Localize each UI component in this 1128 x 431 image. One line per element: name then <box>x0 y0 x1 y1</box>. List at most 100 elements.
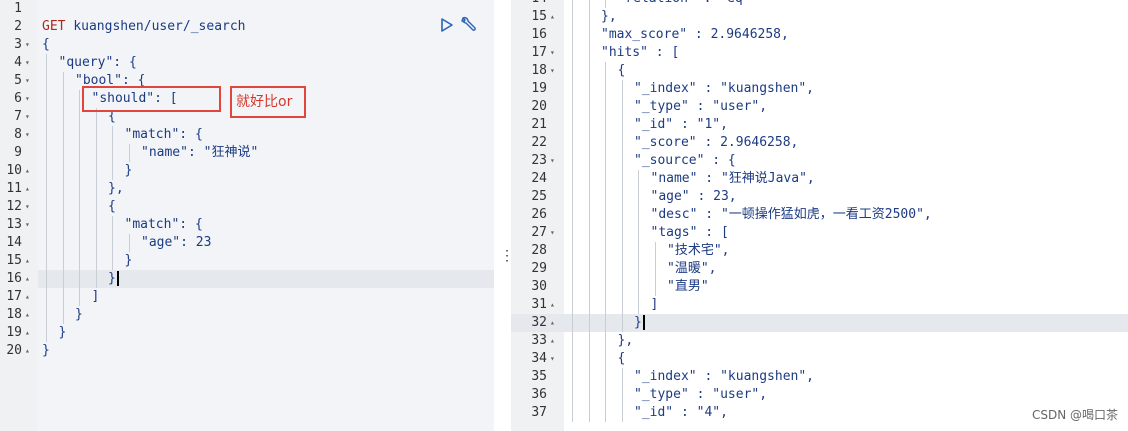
code-text: } <box>125 252 133 270</box>
code-line[interactable]: 24 "name" : "狂神说Java", <box>511 170 1128 188</box>
code-line[interactable]: 16 "max_score" : 2.9646258, <box>511 26 1128 44</box>
fold-open-icon[interactable]: ▾ <box>25 36 30 54</box>
code-line[interactable]: 27 ▾ "tags" : [ <box>511 224 1128 242</box>
code-token: "hits" : [ <box>601 45 680 60</box>
code-line[interactable]: 17 ▾ "hits" : [ <box>511 44 1128 62</box>
code-token: "age" : 23, <box>650 189 737 204</box>
code-line[interactable]: 19 "_index" : "kuangshen", <box>511 80 1128 98</box>
fold-close-icon[interactable]: ▴ <box>550 332 555 350</box>
code-line[interactable]: 1 <box>0 0 494 18</box>
fold-open-icon[interactable]: ▾ <box>25 108 30 126</box>
code-token: } <box>124 253 133 268</box>
fold-close-icon[interactable]: ▴ <box>25 324 30 342</box>
fold-open-icon[interactable]: ▾ <box>25 126 30 144</box>
fold-open-icon[interactable]: ▾ <box>550 44 555 62</box>
code-line[interactable]: 11 ▴}, <box>0 180 494 198</box>
indent-guide <box>46 72 47 90</box>
code-line[interactable]: 25 "age" : 23, <box>511 188 1128 206</box>
code-line[interactable]: 8 ▾ "match": { <box>0 126 494 144</box>
indent-guide <box>112 252 113 270</box>
code-line[interactable]: 32 ▴} <box>511 314 1128 332</box>
code-line[interactable]: 34 ▾ { <box>511 350 1128 368</box>
code-line[interactable]: 15 ▴}, <box>511 8 1128 26</box>
code-line[interactable]: 12 ▾ { <box>0 198 494 216</box>
code-line[interactable]: 21 "_id" : "1", <box>511 116 1128 134</box>
fold-close-icon[interactable]: ▴ <box>25 288 30 306</box>
code-token: "_id" : "4", <box>634 405 728 420</box>
code-text: "_source" : { <box>634 152 736 170</box>
code-text: { <box>108 198 116 216</box>
fold-close-icon[interactable]: ▴ <box>25 306 30 324</box>
indent-guide <box>572 386 573 404</box>
code-line[interactable]: 29 "温暖", <box>511 260 1128 278</box>
indent-guide <box>572 260 573 278</box>
code-line[interactable]: 35 "_index" : "kuangshen", <box>511 368 1128 386</box>
fold-close-icon[interactable]: ▴ <box>550 314 555 332</box>
code-line[interactable]: 28 "技术宅", <box>511 242 1128 260</box>
indent-guide <box>572 8 573 26</box>
code-line[interactable]: 33 ▴}, <box>511 332 1128 350</box>
indent-guide <box>638 242 639 260</box>
indent-guide <box>621 152 623 170</box>
code-line[interactable]: 9 "name": "狂神说" <box>0 144 494 162</box>
indent-guide <box>588 350 590 368</box>
code-text: GET kuangshen/user/_search <box>42 18 246 36</box>
code-line[interactable]: 36 "_type" : "user", <box>511 386 1128 404</box>
indent-guide <box>621 314 623 332</box>
code-line[interactable]: 15 ▴} <box>0 252 494 270</box>
code-line[interactable]: 18 ▾ { <box>511 62 1128 80</box>
code-line[interactable]: 3 ▾ { <box>0 36 494 54</box>
indent-guide <box>79 126 80 144</box>
indent-guide <box>46 252 47 270</box>
fold-close-icon[interactable]: ▴ <box>25 252 30 270</box>
indent-guide <box>572 242 573 260</box>
line-number: 6 <box>14 91 22 106</box>
code-token: "tags" : [ <box>650 225 729 240</box>
code-text: "_type" : "user", <box>634 386 767 404</box>
response-viewer[interactable]: 14"relation" : "eq"15▴},16"max_score" : … <box>511 0 1128 431</box>
fold-open-icon[interactable]: ▾ <box>550 224 555 242</box>
fold-open-icon[interactable]: ▾ <box>25 54 30 72</box>
code-line[interactable]: 4 ▾ "query": { <box>0 54 494 72</box>
line-number: 24 <box>531 171 547 186</box>
code-line[interactable]: 20 ▴} <box>0 342 494 360</box>
fold-open-icon[interactable]: ▾ <box>550 350 555 368</box>
indent-guide <box>572 404 573 422</box>
fold-open-icon[interactable]: ▾ <box>25 72 30 90</box>
indent-guide <box>95 216 97 234</box>
code-line[interactable]: 19 ▴} <box>0 324 494 342</box>
fold-close-icon[interactable]: ▴ <box>25 270 30 288</box>
indent-guide <box>638 260 639 278</box>
code-line[interactable]: 22 "_score" : 2.9646258, <box>511 134 1128 152</box>
request-editor[interactable]: 1 2 GET kuangshen/user/_search 3 ▾{4 ▾ "query"… <box>0 0 494 431</box>
fold-open-icon[interactable]: ▾ <box>25 198 30 216</box>
code-line[interactable]: 17 ▴] <box>0 288 494 306</box>
code-line[interactable]: 20 "_type" : "user", <box>511 98 1128 116</box>
fold-open-icon[interactable]: ▾ <box>550 62 555 80</box>
code-line[interactable]: 23 ▾ "_source" : { <box>511 152 1128 170</box>
pane-divider[interactable] <box>494 0 511 431</box>
code-line[interactable]: 18 ▴} <box>0 306 494 324</box>
fold-close-icon[interactable]: ▴ <box>25 162 30 180</box>
fold-open-icon[interactable]: ▾ <box>550 152 555 170</box>
code-text: }, <box>108 180 124 198</box>
code-line[interactable]: 16 ▴} <box>0 270 494 288</box>
code-line[interactable]: 13 ▾ "match": { <box>0 216 494 234</box>
fold-open-icon[interactable]: ▾ <box>25 90 30 108</box>
code-text: ] <box>92 288 100 306</box>
fold-close-icon[interactable]: ▴ <box>550 296 555 314</box>
code-line[interactable]: 31 ▴] <box>511 296 1128 314</box>
fold-open-icon[interactable]: ▾ <box>25 216 30 234</box>
code-line[interactable]: 2 GET kuangshen/user/_search <box>0 18 494 36</box>
play-icon[interactable] <box>440 17 454 33</box>
code-line[interactable]: 14 "relation" : "eq" <box>511 0 1128 8</box>
code-line[interactable]: 26 "desc" : "一顿操作猛如虎，一看工资2500", <box>511 206 1128 224</box>
fold-close-icon[interactable]: ▴ <box>550 8 555 26</box>
fold-close-icon[interactable]: ▴ <box>25 180 30 198</box>
fold-close-icon[interactable]: ▴ <box>25 342 30 360</box>
code-line[interactable]: 10 ▴} <box>0 162 494 180</box>
wrench-icon[interactable] <box>459 16 477 34</box>
code-line[interactable]: 30 "直男" <box>511 278 1128 296</box>
code-line[interactable]: 14 "age": 23 <box>0 234 494 252</box>
indent-guide <box>572 206 573 224</box>
